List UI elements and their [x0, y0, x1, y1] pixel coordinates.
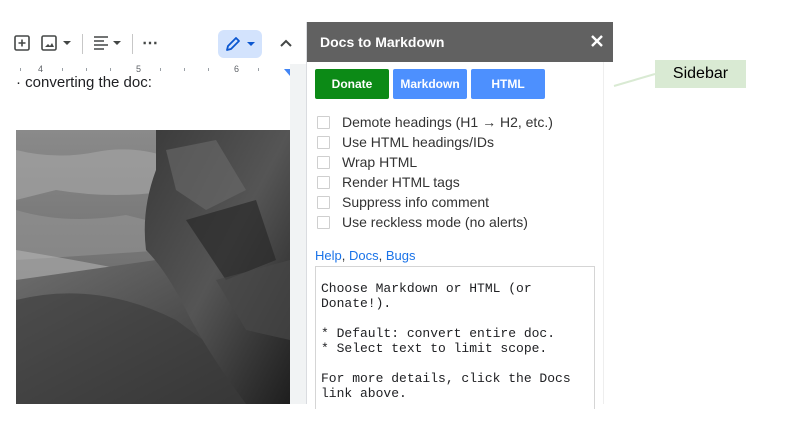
bugs-link[interactable]: Bugs: [386, 248, 416, 263]
editing-mode-button[interactable]: [218, 30, 262, 58]
donate-button[interactable]: Donate: [315, 69, 389, 99]
checkbox[interactable]: [317, 155, 330, 169]
close-icon: [591, 35, 603, 47]
option-demote-headings[interactable]: Demote headings (H1 → H2, etc.): [317, 112, 553, 132]
sidebar-body: Donate Markdown HTML Demote headings (H1…: [307, 62, 603, 409]
option-html-headings[interactable]: Use HTML headings/IDs: [317, 132, 494, 152]
document-text-line: · converting the doc:: [16, 74, 152, 91]
option-suppress-info-comment[interactable]: Suppress info comment: [317, 192, 489, 212]
checkbox[interactable]: [317, 215, 330, 229]
toolbar-divider: [82, 34, 83, 54]
close-button[interactable]: [588, 32, 606, 50]
option-label: Render HTML tags: [342, 174, 460, 190]
help-links: Help, Docs, Bugs: [315, 248, 415, 263]
chevron-down-icon: [247, 42, 255, 46]
link-separator: ,: [378, 248, 386, 263]
docs-toolbar: ⋯: [0, 22, 306, 64]
document-margin: [290, 64, 306, 404]
option-label: Use HTML headings/IDs: [342, 134, 494, 150]
sidebar-title: Docs to Markdown: [320, 34, 445, 50]
option-reckless-mode[interactable]: Use reckless mode (no alerts): [317, 212, 528, 232]
document-image[interactable]: [16, 130, 290, 404]
align-icon[interactable]: [92, 22, 126, 64]
output-text: Choose Markdown or HTML (or Donate!). * …: [321, 281, 571, 401]
output-textarea[interactable]: Choose Markdown or HTML (or Donate!). * …: [315, 266, 595, 409]
option-label: Use reckless mode (no alerts): [342, 214, 528, 230]
option-label: Wrap HTML: [342, 154, 418, 170]
sidebar-scrollbar[interactable]: [603, 62, 614, 404]
add-comment-icon[interactable]: [12, 22, 32, 64]
option-label: Suppress info comment: [342, 194, 490, 210]
link-separator: ,: [341, 248, 349, 263]
checkbox[interactable]: [317, 135, 330, 149]
checkbox[interactable]: [317, 115, 330, 129]
collapse-chevron-icon[interactable]: [274, 22, 298, 64]
checkbox[interactable]: [317, 195, 330, 209]
option-wrap-html[interactable]: Wrap HTML: [317, 152, 417, 172]
html-button[interactable]: HTML: [471, 69, 545, 99]
ruler-number: 5: [136, 64, 142, 74]
toolbar-divider: [132, 34, 133, 54]
editing-mode-pencil-icon: [226, 37, 240, 51]
checkbox[interactable]: [317, 175, 330, 189]
insert-image-icon[interactable]: [40, 22, 74, 64]
ruler-number: 4: [38, 64, 44, 74]
option-label: Demote headings (H1 → H2, etc.): [342, 114, 553, 130]
sidebar-header: Docs to Markdown: [307, 22, 613, 62]
docs-to-markdown-sidebar: Docs to Markdown Donate Markdown HTML De…: [306, 22, 614, 409]
help-link[interactable]: Help: [315, 248, 342, 263]
option-render-html-tags[interactable]: Render HTML tags: [317, 172, 460, 192]
ruler-number: 6: [234, 64, 240, 74]
markdown-button[interactable]: Markdown: [393, 69, 467, 99]
sidebar-callout-label: Sidebar: [655, 60, 746, 88]
more-icon[interactable]: ⋯: [138, 22, 162, 64]
docs-link[interactable]: Docs: [349, 248, 379, 263]
